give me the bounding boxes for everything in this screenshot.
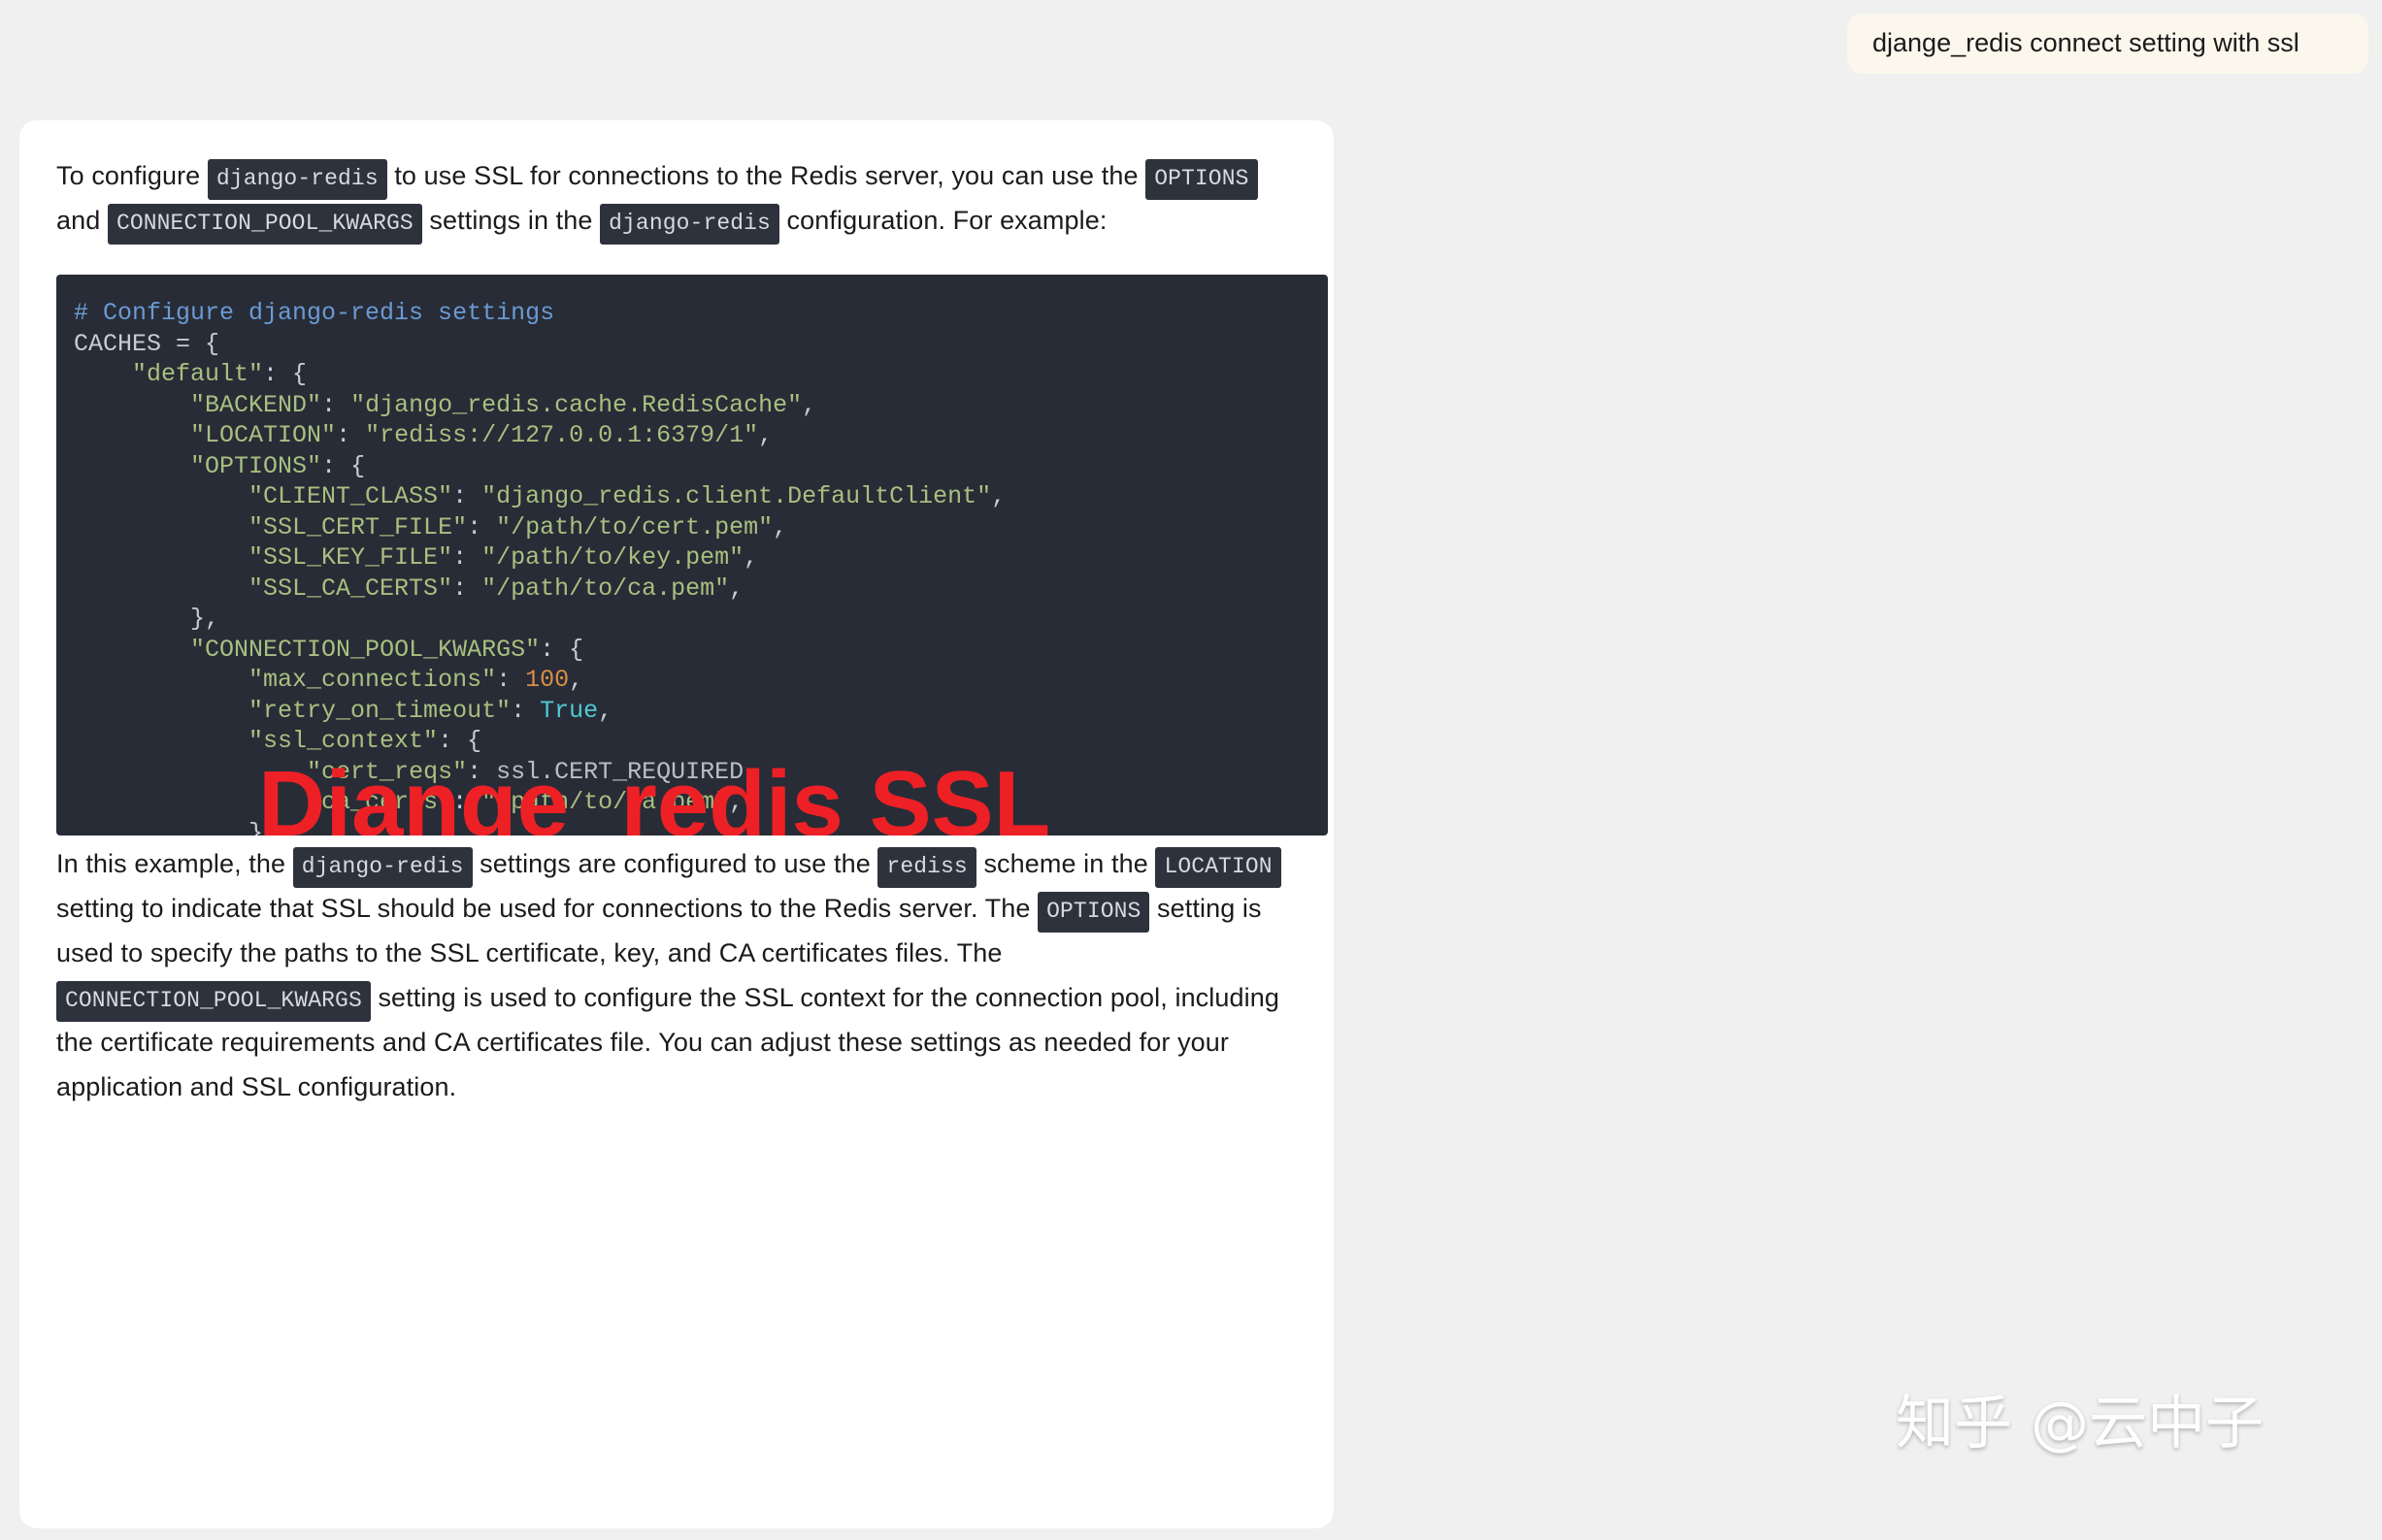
- code-block: # Configure django-redis settings CACHES…: [56, 275, 1328, 836]
- inline-code-rediss: rediss: [877, 847, 976, 888]
- code-line-comment: # Configure django-redis settings: [74, 299, 555, 327]
- intro-text-1: To configure: [56, 161, 208, 190]
- inline-code-location: LOCATION: [1155, 847, 1281, 888]
- assistant-answer-card: To configure django-redis to use SSL for…: [19, 120, 1334, 1528]
- inline-code-options-2: OPTIONS: [1038, 892, 1150, 933]
- user-message-bubble: djange_redis connect setting with ssl: [1847, 14, 2368, 74]
- inline-code-connection-pool-kwargs-2: CONNECTION_POOL_KWARGS: [56, 981, 371, 1022]
- outro-text-2: settings are configured to use the: [472, 849, 878, 878]
- outro-text-3: scheme in the: [976, 849, 1156, 878]
- intro-text-4: settings in the: [421, 206, 601, 235]
- intro-text-5: configuration. For example:: [778, 206, 1108, 235]
- inline-code-django-redis-3: django-redis: [292, 847, 473, 888]
- inline-code-django-redis-1: django-redis: [207, 159, 387, 200]
- intro-text-2: to use SSL for connections to the Redis …: [386, 161, 1146, 190]
- inline-code-connection-pool-kwargs-1: CONNECTION_POOL_KWARGS: [107, 204, 422, 245]
- outro-text-1: In this example, the: [56, 849, 293, 878]
- page-root: djange_redis connect setting with ssl To…: [0, 0, 2382, 1540]
- intro-paragraph: To configure django-redis to use SSL for…: [56, 153, 1297, 245]
- inline-code-django-redis-2: django-redis: [600, 204, 779, 245]
- intro-text-3: and: [56, 206, 108, 235]
- outro-text-4: setting to indicate that SSL should be u…: [56, 894, 1039, 923]
- outro-paragraph: In this example, the django-redis settin…: [56, 836, 1297, 1109]
- inline-code-options-1: OPTIONS: [1145, 159, 1258, 200]
- user-message-text: djange_redis connect setting with ssl: [1872, 28, 2299, 58]
- zhihu-watermark: 知乎 @云中子: [1896, 1390, 2265, 1458]
- code-overlay-annotation: Djange_redis SSL: [258, 752, 1051, 836]
